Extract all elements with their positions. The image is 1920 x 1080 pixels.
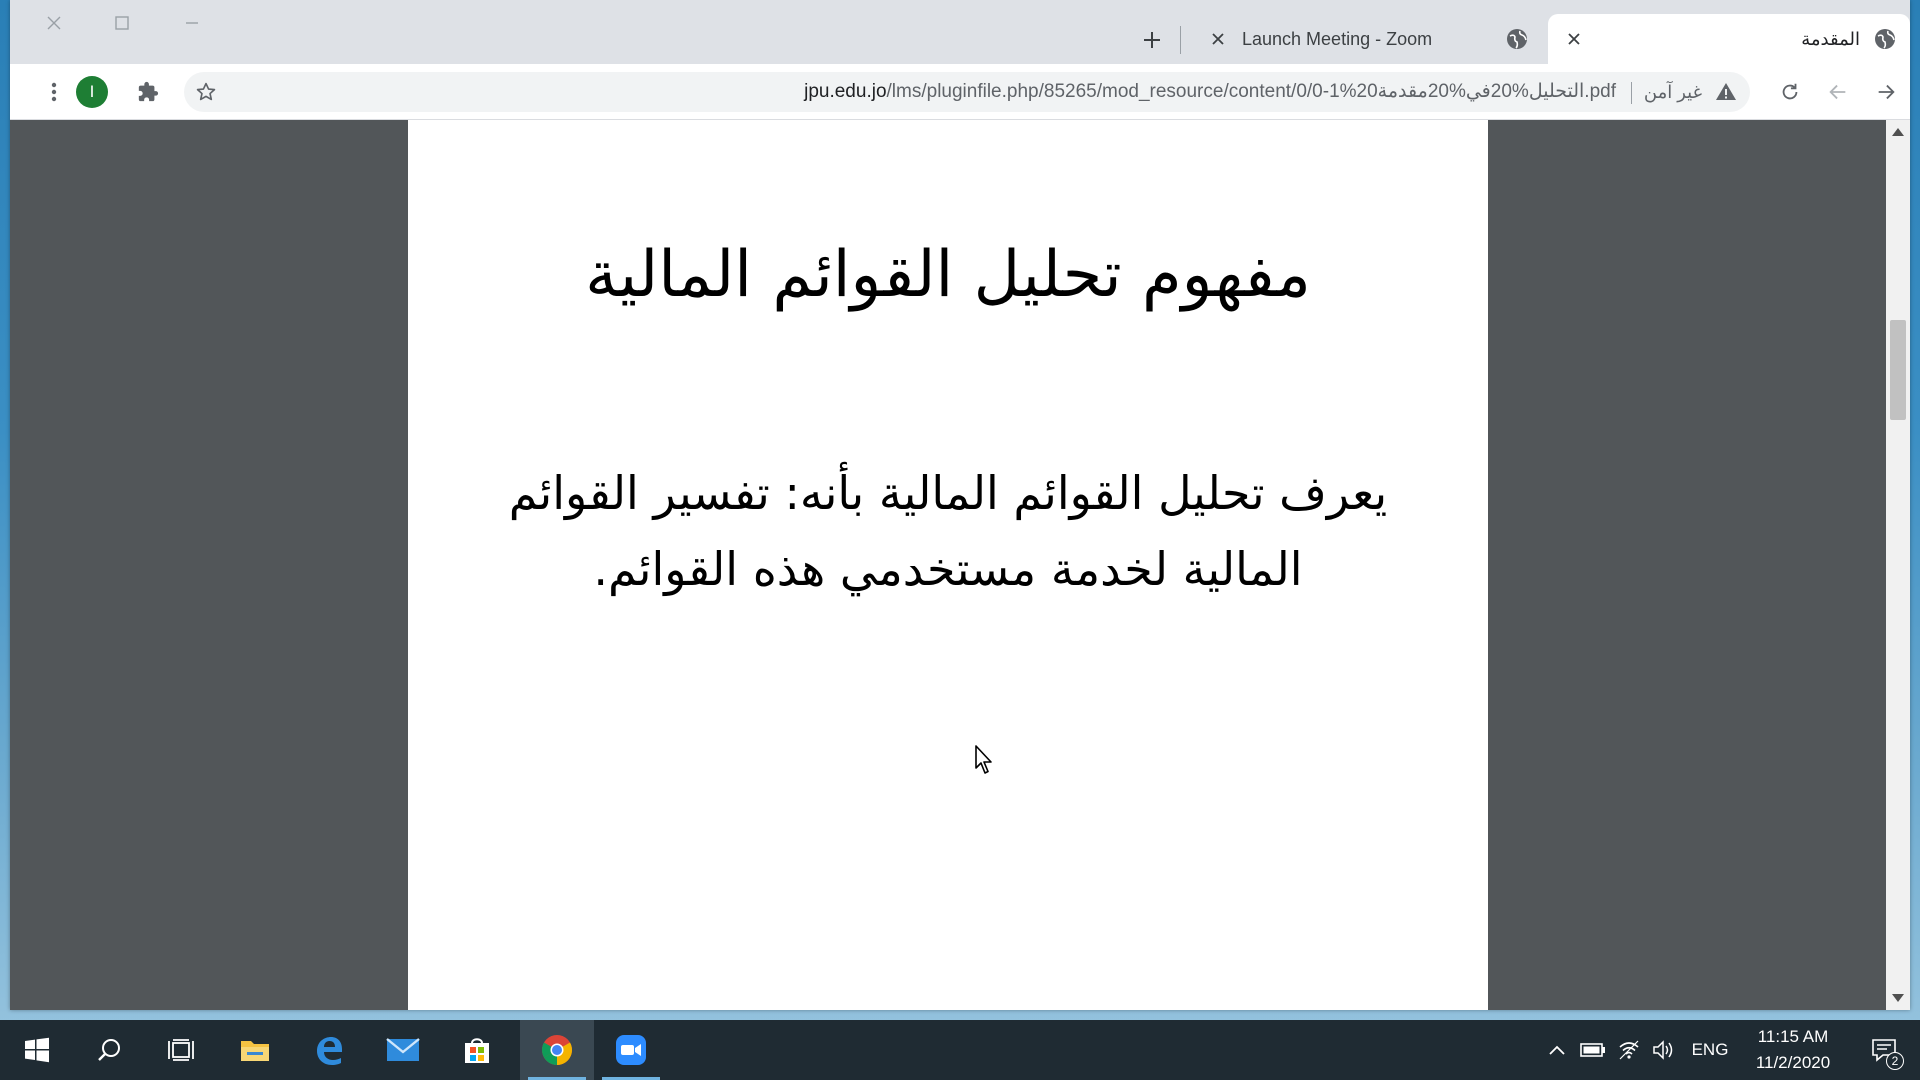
wifi-icon [1619, 1040, 1639, 1060]
url-host: jpu.edu.jo [804, 81, 887, 102]
minimize-window-button[interactable] [164, 6, 220, 40]
maximize-window-button[interactable] [94, 6, 150, 40]
pdf-paragraph: يعرف تحليل القوائم المالية بأنه: تفسير ا… [508, 466, 1388, 596]
clock[interactable]: 11:15 AM 11/2/2020 [1740, 1024, 1846, 1076]
close-icon [1212, 33, 1224, 45]
speaker-icon [1653, 1040, 1673, 1060]
battery-icon [1580, 1043, 1605, 1057]
puzzle-icon [138, 81, 159, 102]
pdf-viewer[interactable]: مفهوم تحليل القوائم المالية يعرف تحليل ا… [10, 120, 1910, 1010]
reload-icon [1782, 83, 1798, 100]
reload-button[interactable] [1772, 74, 1808, 110]
arrow-right-icon [1878, 84, 1895, 100]
volume-indicator[interactable] [1646, 1040, 1682, 1060]
address-separator [1631, 82, 1632, 104]
network-indicator[interactable] [1612, 1040, 1646, 1060]
url-path: /lms/pluginfile.php/85265/mod_resource/c… [886, 81, 1616, 102]
search-icon [98, 1039, 120, 1061]
tab-title: المقدمة [1801, 28, 1860, 49]
task-view-button[interactable] [144, 1020, 218, 1080]
chrome-icon [541, 1035, 573, 1065]
scroll-down-arrow[interactable] [1892, 994, 1904, 1002]
mail-icon [386, 1038, 420, 1061]
mail-button[interactable] [366, 1020, 440, 1080]
zoom-button[interactable] [594, 1020, 668, 1080]
arrow-left-icon [1829, 84, 1846, 100]
tab-close-button[interactable] [1206, 27, 1230, 51]
edge-icon [317, 1037, 342, 1065]
system-tray: ENG [1540, 1020, 1738, 1080]
tab-title: Launch Meeting - Zoom [1242, 28, 1433, 49]
windows-taskbar: ENG 11:15 AM 11/2/2020 2 [0, 1020, 1920, 1080]
browser-window: Launch Meeting - Zoom المقدمة I jpu.edu.… [10, 0, 1910, 1010]
vertical-scrollbar[interactable] [1886, 120, 1910, 1010]
start-button[interactable] [0, 1020, 74, 1080]
not-secure-label[interactable]: غير آمن [1644, 72, 1702, 112]
address-bar[interactable]: jpu.edu.jo/lms/pluginfile.php/85265/mod_… [184, 72, 1750, 112]
profile-avatar[interactable]: I [76, 76, 108, 108]
file-explorer-button[interactable] [218, 1020, 292, 1080]
scroll-thumb[interactable] [1890, 320, 1906, 420]
globe-icon [1872, 26, 1898, 52]
pdf-page: مفهوم تحليل القوائم المالية يعرف تحليل ا… [408, 120, 1488, 1010]
close-icon [1568, 33, 1580, 45]
url-text[interactable]: jpu.edu.jo/lms/pluginfile.php/85265/mod_… [804, 72, 1616, 112]
new-tab-button[interactable] [1134, 22, 1170, 58]
star-icon [196, 82, 216, 101]
globe-icon [1504, 26, 1530, 52]
notification-count-badge: 2 [1886, 1052, 1904, 1070]
battery-indicator[interactable] [1574, 1042, 1612, 1058]
tab-strip: Launch Meeting - Zoom المقدمة [10, 0, 1910, 64]
bookmark-star-button[interactable] [188, 74, 224, 110]
action-center-button[interactable]: 2 [1858, 1020, 1910, 1080]
forward-button[interactable] [1868, 74, 1904, 110]
clock-time: 11:15 AM [1757, 1027, 1829, 1046]
maximize-icon [115, 16, 129, 30]
tab-close-button[interactable] [1562, 27, 1586, 51]
browser-toolbar: I jpu.edu.jo/lms/pluginfile.php/85265/mo… [10, 64, 1910, 120]
pdf-heading: مفهوم تحليل القوائم المالية [585, 238, 1311, 312]
chrome-button[interactable] [520, 1020, 594, 1080]
tab-muqaddima[interactable]: المقدمة [1548, 14, 1910, 64]
mouse-pointer-icon [975, 745, 992, 774]
extensions-button[interactable] [130, 74, 166, 110]
task-view-icon [168, 1039, 194, 1061]
zoom-icon [616, 1035, 646, 1065]
kebab-menu-icon [51, 82, 57, 102]
close-icon [47, 16, 61, 30]
windows-logo-icon [25, 1037, 49, 1063]
scroll-up-arrow[interactable] [1892, 128, 1904, 136]
store-button[interactable] [440, 1020, 514, 1080]
chevron-up-icon [1549, 1045, 1565, 1055]
menu-button[interactable] [36, 74, 72, 110]
minimize-icon [186, 22, 198, 24]
edge-button[interactable] [292, 1020, 366, 1080]
folder-icon [241, 1041, 269, 1061]
input-language[interactable]: ENG [1682, 1040, 1738, 1060]
show-hidden-icons-button[interactable] [1540, 1044, 1574, 1056]
close-window-button[interactable] [26, 6, 82, 40]
plus-icon [1144, 32, 1160, 48]
warning-icon[interactable] [1714, 80, 1738, 104]
back-button[interactable] [1820, 74, 1856, 110]
clock-date: 11/2/2020 [1755, 1053, 1831, 1072]
store-icon [465, 1038, 489, 1063]
tab-separator [1180, 26, 1181, 54]
tab-zoom[interactable]: Launch Meeting - Zoom [1192, 14, 1542, 64]
search-button[interactable] [72, 1020, 146, 1080]
